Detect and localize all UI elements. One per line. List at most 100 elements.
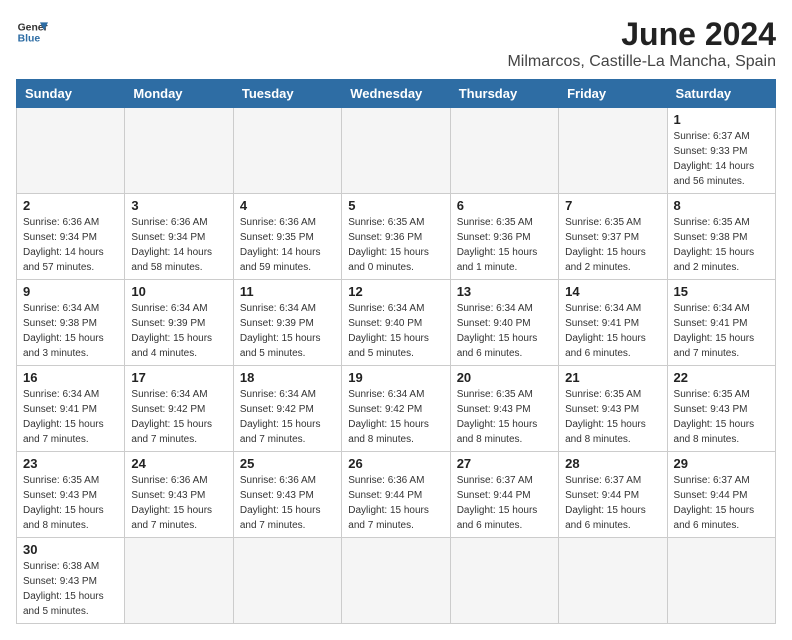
day-info: Sunrise: 6:36 AM Sunset: 9:34 PM Dayligh… <box>23 215 118 275</box>
weekday-header: Sunday <box>17 80 125 108</box>
day-info: Sunrise: 6:34 AM Sunset: 9:39 PM Dayligh… <box>240 301 335 361</box>
calendar-cell: 25 Sunrise: 6:36 AM Sunset: 9:43 PM Dayli… <box>233 452 341 538</box>
calendar-cell: 2 Sunrise: 6:36 AM Sunset: 9:34 PM Daylig… <box>17 194 125 280</box>
calendar-cell: 17 Sunrise: 6:34 AM Sunset: 9:42 PM Dayli… <box>125 366 233 452</box>
day-number: 12 <box>348 284 443 299</box>
day-number: 13 <box>457 284 552 299</box>
weekday-header: Saturday <box>667 80 775 108</box>
calendar-cell: 27Sunrise: 6:37 AM Sunset: 9:44 PM Dayli… <box>450 452 558 538</box>
day-info: Sunrise: 6:34 AM Sunset: 9:41 PM Dayligh… <box>565 301 660 361</box>
logo: General Blue <box>16 16 48 48</box>
title-block: June 2024 Milmarcos, Castille-La Mancha,… <box>507 16 776 71</box>
day-info: Sunrise: 6:35 AM Sunset: 9:36 PM Dayligh… <box>348 215 443 275</box>
day-number: 18 <box>240 370 335 385</box>
calendar-cell <box>233 108 341 194</box>
day-number: 1 <box>674 112 769 127</box>
day-number: 8 <box>674 198 769 213</box>
calendar-cell: 16 Sunrise: 6:34 AM Sunset: 9:41 PM Dayli… <box>17 366 125 452</box>
calendar-cell: 14 Sunrise: 6:34 AM Sunset: 9:41 PM Dayli… <box>559 280 667 366</box>
day-info: Sunrise: 6:34 AM Sunset: 9:42 PM Dayligh… <box>240 387 335 447</box>
day-info: Sunrise: 6:35 AM Sunset: 9:43 PM Dayligh… <box>674 387 769 447</box>
day-number: 28 <box>565 456 660 471</box>
day-info: Sunrise: 6:34 AM Sunset: 9:39 PM Dayligh… <box>131 301 226 361</box>
day-number: 25 <box>240 456 335 471</box>
day-info: Sunrise: 6:37 AM Sunset: 9:33 PM Dayligh… <box>674 129 769 189</box>
day-number: 10 <box>131 284 226 299</box>
weekday-header: Tuesday <box>233 80 341 108</box>
calendar-cell <box>450 108 558 194</box>
calendar-cell <box>17 108 125 194</box>
day-info: Sunrise: 6:34 AM Sunset: 9:41 PM Dayligh… <box>674 301 769 361</box>
day-number: 3 <box>131 198 226 213</box>
day-number: 9 <box>23 284 118 299</box>
calendar-cell: 20Sunrise: 6:35 AM Sunset: 9:43 PM Dayli… <box>450 366 558 452</box>
calendar-cell: 28 Sunrise: 6:37 AM Sunset: 9:44 PM Dayli… <box>559 452 667 538</box>
day-number: 24 <box>131 456 226 471</box>
day-info: Sunrise: 6:35 AM Sunset: 9:37 PM Dayligh… <box>565 215 660 275</box>
day-info: Sunrise: 6:36 AM Sunset: 9:34 PM Dayligh… <box>131 215 226 275</box>
day-info: Sunrise: 6:34 AM Sunset: 9:40 PM Dayligh… <box>457 301 552 361</box>
calendar-title: June 2024 <box>507 16 776 53</box>
calendar-cell: 22 Sunrise: 6:35 AM Sunset: 9:43 PM Dayli… <box>667 366 775 452</box>
day-info: Sunrise: 6:35 AM Sunset: 9:43 PM Dayligh… <box>23 473 118 533</box>
day-info: Sunrise: 6:36 AM Sunset: 9:43 PM Dayligh… <box>240 473 335 533</box>
weekday-header: Friday <box>559 80 667 108</box>
day-info: Sunrise: 6:34 AM Sunset: 9:38 PM Dayligh… <box>23 301 118 361</box>
day-info: Sunrise: 6:37 AM Sunset: 9:44 PM Dayligh… <box>565 473 660 533</box>
day-number: 22 <box>674 370 769 385</box>
day-number: 14 <box>565 284 660 299</box>
day-info: Sunrise: 6:34 AM Sunset: 9:41 PM Dayligh… <box>23 387 118 447</box>
day-info: Sunrise: 6:37 AM Sunset: 9:44 PM Dayligh… <box>457 473 552 533</box>
calendar-cell <box>342 538 450 624</box>
calendar-cell: 19Sunrise: 6:34 AM Sunset: 9:42 PM Dayli… <box>342 366 450 452</box>
calendar-cell <box>125 538 233 624</box>
calendar-cell <box>125 108 233 194</box>
day-number: 15 <box>674 284 769 299</box>
calendar-cell: 26Sunrise: 6:36 AM Sunset: 9:44 PM Dayli… <box>342 452 450 538</box>
calendar-cell: 1 Sunrise: 6:37 AM Sunset: 9:33 PM Daylig… <box>667 108 775 194</box>
header-section: General Blue June 2024 Milmarcos, Castil… <box>16 16 776 71</box>
day-number: 30 <box>23 542 118 557</box>
calendar-cell: 13 Sunrise: 6:34 AM Sunset: 9:40 PM Dayli… <box>450 280 558 366</box>
day-number: 16 <box>23 370 118 385</box>
calendar-cell: 7 Sunrise: 6:35 AM Sunset: 9:37 PM Daylig… <box>559 194 667 280</box>
calendar-cell: 5 Sunrise: 6:35 AM Sunset: 9:36 PM Daylig… <box>342 194 450 280</box>
calendar-cell: 10 Sunrise: 6:34 AM Sunset: 9:39 PM Dayli… <box>125 280 233 366</box>
calendar-table: SundayMondayTuesdayWednesdayThursdayFrid… <box>16 79 776 624</box>
day-info: Sunrise: 6:37 AM Sunset: 9:44 PM Dayligh… <box>674 473 769 533</box>
calendar-cell: 9 Sunrise: 6:34 AM Sunset: 9:38 PM Daylig… <box>17 280 125 366</box>
calendar-cell <box>233 538 341 624</box>
day-number: 11 <box>240 284 335 299</box>
day-number: 7 <box>565 198 660 213</box>
weekday-header: Thursday <box>450 80 558 108</box>
day-number: 29 <box>674 456 769 471</box>
day-number: 4 <box>240 198 335 213</box>
day-number: 19 <box>348 370 443 385</box>
calendar-cell: 18 Sunrise: 6:34 AM Sunset: 9:42 PM Dayli… <box>233 366 341 452</box>
day-info: Sunrise: 6:35 AM Sunset: 9:38 PM Dayligh… <box>674 215 769 275</box>
weekday-header: Monday <box>125 80 233 108</box>
weekday-header: Wednesday <box>342 80 450 108</box>
day-number: 5 <box>348 198 443 213</box>
calendar-cell <box>667 538 775 624</box>
calendar-cell: 6Sunrise: 6:35 AM Sunset: 9:36 PM Daylig… <box>450 194 558 280</box>
calendar-cell <box>559 108 667 194</box>
calendar-cell: 15 Sunrise: 6:34 AM Sunset: 9:41 PM Dayli… <box>667 280 775 366</box>
calendar-cell: 30 Sunrise: 6:38 AM Sunset: 9:43 PM Dayli… <box>17 538 125 624</box>
day-number: 2 <box>23 198 118 213</box>
day-info: Sunrise: 6:34 AM Sunset: 9:42 PM Dayligh… <box>131 387 226 447</box>
day-info: Sunrise: 6:36 AM Sunset: 9:43 PM Dayligh… <box>131 473 226 533</box>
day-info: Sunrise: 6:35 AM Sunset: 9:43 PM Dayligh… <box>565 387 660 447</box>
calendar-header: SundayMondayTuesdayWednesdayThursdayFrid… <box>17 80 776 108</box>
day-number: 17 <box>131 370 226 385</box>
calendar-cell <box>342 108 450 194</box>
calendar-cell <box>559 538 667 624</box>
day-info: Sunrise: 6:34 AM Sunset: 9:40 PM Dayligh… <box>348 301 443 361</box>
day-number: 6 <box>457 198 552 213</box>
calendar-cell: 8 Sunrise: 6:35 AM Sunset: 9:38 PM Daylig… <box>667 194 775 280</box>
day-info: Sunrise: 6:38 AM Sunset: 9:43 PM Dayligh… <box>23 559 118 619</box>
day-info: Sunrise: 6:36 AM Sunset: 9:35 PM Dayligh… <box>240 215 335 275</box>
day-number: 26 <box>348 456 443 471</box>
svg-text:Blue: Blue <box>18 34 41 45</box>
calendar-subtitle: Milmarcos, Castille-La Mancha, Spain <box>507 53 776 71</box>
